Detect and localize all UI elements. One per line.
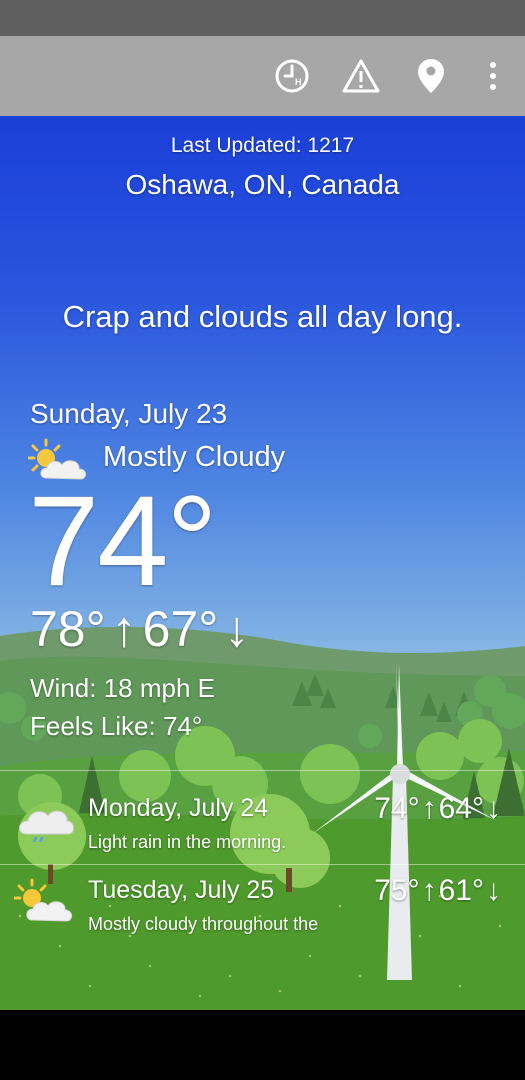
history-button[interactable]: H xyxy=(266,50,318,102)
forecast-description: Light rain in the morning. xyxy=(88,832,287,852)
forecast-high: 75° xyxy=(374,874,420,907)
location-title[interactable]: Oshawa, ON, Canada xyxy=(0,169,525,201)
forecast-row[interactable]: Monday, July 24 Light rain in the mornin… xyxy=(0,774,525,866)
system-navigation-bar xyxy=(0,1010,525,1080)
today-high: 78° xyxy=(30,601,106,657)
forecast-description: Mostly cloudy throughout the xyxy=(88,914,319,934)
forecast-day: Monday, July 24 xyxy=(88,794,269,822)
location-pin-icon xyxy=(418,59,444,93)
alert-triangle-icon xyxy=(342,59,380,93)
up-arrow-icon: ↑ xyxy=(111,601,137,657)
today-low: 67° xyxy=(142,601,219,657)
forecast-high: 74° xyxy=(374,792,420,825)
overflow-menu-button[interactable] xyxy=(467,50,519,102)
down-arrow-icon: ↓ xyxy=(224,601,250,657)
forecast-low: 61° xyxy=(438,874,484,907)
wind-info: Wind: 18 mph E xyxy=(30,673,215,703)
alerts-button[interactable] xyxy=(335,50,387,102)
current-temperature: 74° xyxy=(28,470,218,613)
up-arrow-icon: ↑ xyxy=(421,874,437,907)
feels-like-info: Feels Like: 74° xyxy=(30,711,203,741)
app-toolbar: H xyxy=(0,36,525,116)
svg-text:H: H xyxy=(295,77,302,87)
rain-cloud-icon xyxy=(19,810,74,842)
overflow-menu-icon xyxy=(490,62,496,90)
history-clock-icon: H xyxy=(275,59,309,93)
down-arrow-icon: ↓ xyxy=(486,792,501,825)
today-high-low: 78° ↑ 67° ↓ xyxy=(30,604,255,654)
partly-cloudy-icon xyxy=(14,878,73,922)
location-button[interactable] xyxy=(405,50,457,102)
forecast-low: 64° xyxy=(438,792,484,825)
daily-summary: Crap and clouds all day long. xyxy=(62,299,463,334)
down-arrow-icon: ↓ xyxy=(486,874,501,907)
forecast-day: Tuesday, July 25 xyxy=(88,876,275,904)
forecast-divider xyxy=(0,770,525,771)
forecast-high-low: 75°↑61°↓ xyxy=(374,874,503,908)
up-arrow-icon: ↑ xyxy=(421,792,437,825)
last-updated-text: Last Updated: 1217 xyxy=(170,134,355,157)
today-date: Sunday, July 23 xyxy=(30,398,228,429)
forecast-row[interactable]: Tuesday, July 25 Mostly cloudy throughou… xyxy=(0,856,525,948)
forecast-high-low: 74°↑64°↓ xyxy=(374,792,503,826)
status-bar xyxy=(0,0,525,36)
